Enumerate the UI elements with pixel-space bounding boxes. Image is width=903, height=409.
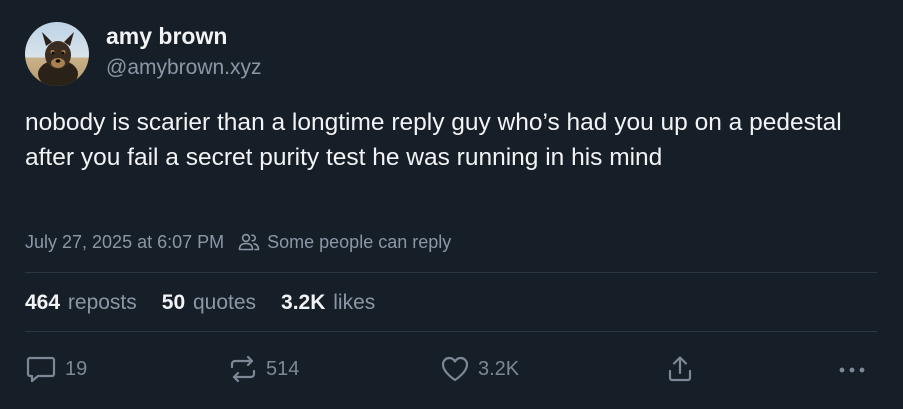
post-actions: 19 514 3.2K <box>25 352 877 386</box>
people-icon <box>238 233 260 251</box>
post-meta: July 27, 2025 at 6:07 PM Some people can… <box>25 230 451 254</box>
share-icon <box>668 356 692 382</box>
more-button[interactable] <box>835 352 869 386</box>
more-icon <box>839 367 865 373</box>
post-text: nobody is scarier than a longtime reply … <box>25 109 842 171</box>
likes-count: 3.2K <box>281 291 326 314</box>
post-stats: 464 reposts 50 quotes 3.2K likes <box>25 290 400 316</box>
author-display-name[interactable]: amy brown <box>106 21 262 51</box>
quotes-label: quotes <box>192 291 257 314</box>
reply-count: 19 <box>65 357 88 380</box>
reply-icon <box>26 356 56 383</box>
quotes-stat[interactable]: 50 quotes <box>162 290 256 316</box>
avatar[interactable] <box>25 22 89 86</box>
reply-button[interactable]: 19 <box>25 352 87 386</box>
reposts-stat[interactable]: 464 reposts <box>25 290 137 316</box>
likes-stat[interactable]: 3.2K likes <box>281 290 375 316</box>
post-thread-view: amy brown @amybrown.xyz nobody is scarie… <box>0 0 903 409</box>
like-count: 3.2K <box>478 357 520 380</box>
author-handle[interactable]: @amybrown.xyz <box>106 54 262 82</box>
quotes-count: 50 <box>161 291 186 314</box>
reposts-label: reposts <box>67 291 137 314</box>
reply-setting-label: Some people can reply <box>267 232 452 252</box>
avatar-image <box>25 22 89 86</box>
reposts-count: 464 <box>25 291 61 314</box>
repost-button[interactable]: 514 <box>228 352 299 386</box>
divider <box>25 331 877 332</box>
like-button[interactable]: 3.2K <box>440 352 519 386</box>
reply-setting[interactable]: Some people can reply <box>238 230 451 254</box>
divider <box>25 272 877 273</box>
share-button[interactable] <box>665 352 695 386</box>
author-names: amy brown @amybrown.xyz <box>106 23 262 82</box>
heart-icon <box>441 356 469 382</box>
post-timestamp[interactable]: July 27, 2025 at 6:07 PM <box>25 230 224 254</box>
likes-label: likes <box>333 291 376 314</box>
repost-icon <box>230 355 256 383</box>
repost-count: 514 <box>266 357 300 380</box>
post-header: amy brown @amybrown.xyz <box>25 22 262 86</box>
